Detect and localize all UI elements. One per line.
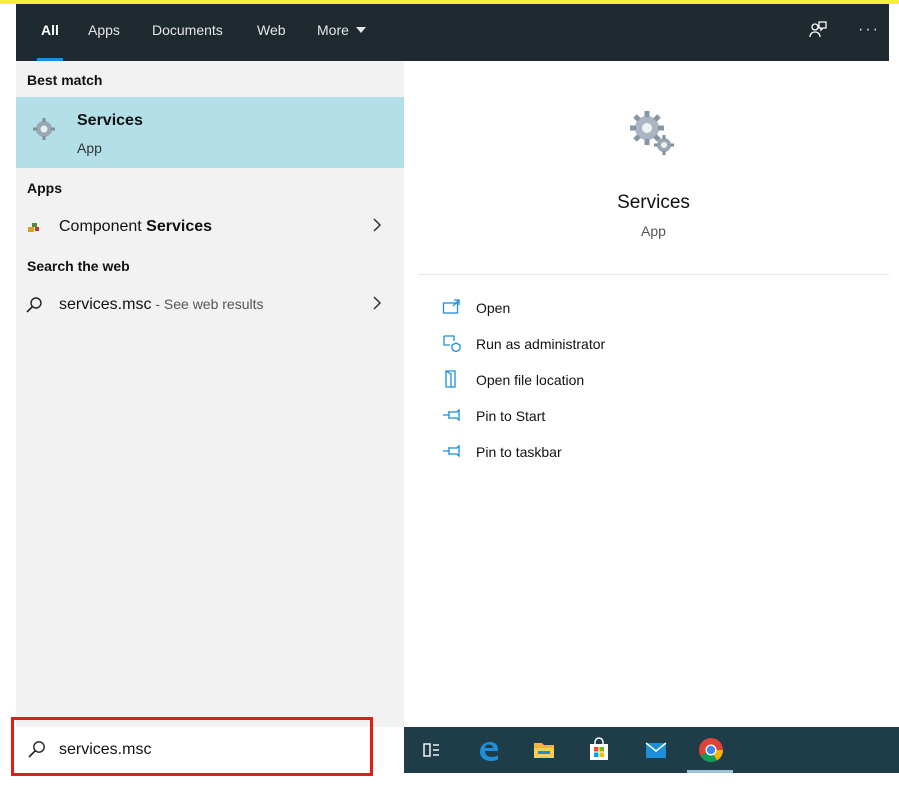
file-location-icon bbox=[442, 370, 462, 388]
search-tab-bar: All Apps Documents Web More ··· bbox=[16, 4, 889, 61]
taskbar bbox=[404, 727, 899, 773]
chevron-down-icon bbox=[355, 27, 366, 33]
best-match-heading: Best match bbox=[27, 72, 103, 88]
run-as-administrator-label: Run as administrator bbox=[476, 336, 606, 352]
chevron-right-icon[interactable] bbox=[372, 295, 382, 311]
tab-apps-label: Apps bbox=[88, 22, 120, 38]
pin-icon bbox=[442, 442, 462, 460]
best-match-subtitle: App bbox=[77, 140, 102, 156]
services-gear-icon bbox=[32, 117, 56, 141]
tab-web[interactable]: Web bbox=[257, 4, 286, 61]
search-box: services.msc bbox=[16, 727, 404, 773]
preview-divider bbox=[418, 274, 889, 275]
more-options-glyph: ··· bbox=[858, 21, 880, 38]
component-services-icon bbox=[25, 218, 43, 236]
component-services-result[interactable]: Component Services bbox=[16, 210, 404, 244]
preview-subtitle: App bbox=[641, 223, 666, 239]
task-view-icon[interactable] bbox=[416, 735, 446, 765]
best-match-result[interactable]: Services App bbox=[16, 97, 404, 168]
services-gear-icon bbox=[627, 108, 677, 158]
component-services-match: Services bbox=[146, 218, 213, 235]
feedback-icon[interactable] bbox=[808, 20, 828, 40]
open-file-location-action[interactable]: Open file location bbox=[442, 366, 862, 396]
pin-icon bbox=[442, 406, 462, 424]
open-action[interactable]: Open bbox=[442, 294, 862, 324]
search-web-heading: Search the web bbox=[27, 258, 130, 274]
edge-icon[interactable] bbox=[474, 735, 504, 765]
taskbar-active-indicator bbox=[687, 770, 733, 773]
component-services-prefix: Component bbox=[59, 218, 147, 235]
chrome-icon[interactable] bbox=[696, 735, 726, 765]
preview-title: Services bbox=[617, 192, 690, 213]
search-icon bbox=[25, 296, 43, 314]
run-as-administrator-action[interactable]: Run as administrator bbox=[442, 330, 862, 360]
pin-to-start-action[interactable]: Pin to Start bbox=[442, 402, 862, 432]
open-icon bbox=[442, 298, 462, 316]
tab-more-label: More bbox=[317, 22, 349, 38]
tab-documents[interactable]: Documents bbox=[152, 4, 223, 61]
pin-to-taskbar-label: Pin to taskbar bbox=[476, 444, 562, 460]
pin-to-start-label: Pin to Start bbox=[476, 408, 546, 424]
apps-heading: Apps bbox=[27, 180, 62, 196]
search-input[interactable]: services.msc bbox=[59, 741, 151, 759]
web-search-suffix: - See web results bbox=[151, 296, 264, 312]
run-as-admin-icon bbox=[442, 334, 462, 353]
pin-to-taskbar-action[interactable]: Pin to taskbar bbox=[442, 438, 862, 468]
search-icon bbox=[27, 740, 46, 759]
tab-web-label: Web bbox=[257, 22, 286, 38]
tab-all[interactable]: All bbox=[37, 4, 63, 61]
tab-more[interactable]: More bbox=[317, 4, 366, 61]
store-icon[interactable] bbox=[584, 735, 614, 765]
ellipsis-icon[interactable]: ··· bbox=[858, 20, 878, 40]
web-search-query: services.msc bbox=[59, 296, 152, 313]
open-action-label: Open bbox=[476, 300, 511, 316]
preview-pane: Services App Open Run as administrator O… bbox=[418, 72, 889, 727]
tab-all-label: All bbox=[41, 22, 59, 38]
tab-documents-label: Documents bbox=[152, 22, 223, 38]
web-search-label: services.msc - See web results bbox=[59, 296, 264, 314]
web-search-result[interactable]: services.msc - See web results bbox=[16, 288, 404, 322]
tab-apps[interactable]: Apps bbox=[88, 4, 120, 61]
best-match-title: Services bbox=[77, 112, 143, 129]
results-pane: Best match Services App Apps Component S… bbox=[16, 61, 404, 727]
file-explorer-icon[interactable] bbox=[529, 735, 559, 765]
mail-icon[interactable] bbox=[641, 735, 671, 765]
component-services-label: Component Services bbox=[59, 218, 212, 236]
open-file-location-label: Open file location bbox=[476, 372, 585, 388]
chevron-right-icon[interactable] bbox=[372, 217, 382, 233]
